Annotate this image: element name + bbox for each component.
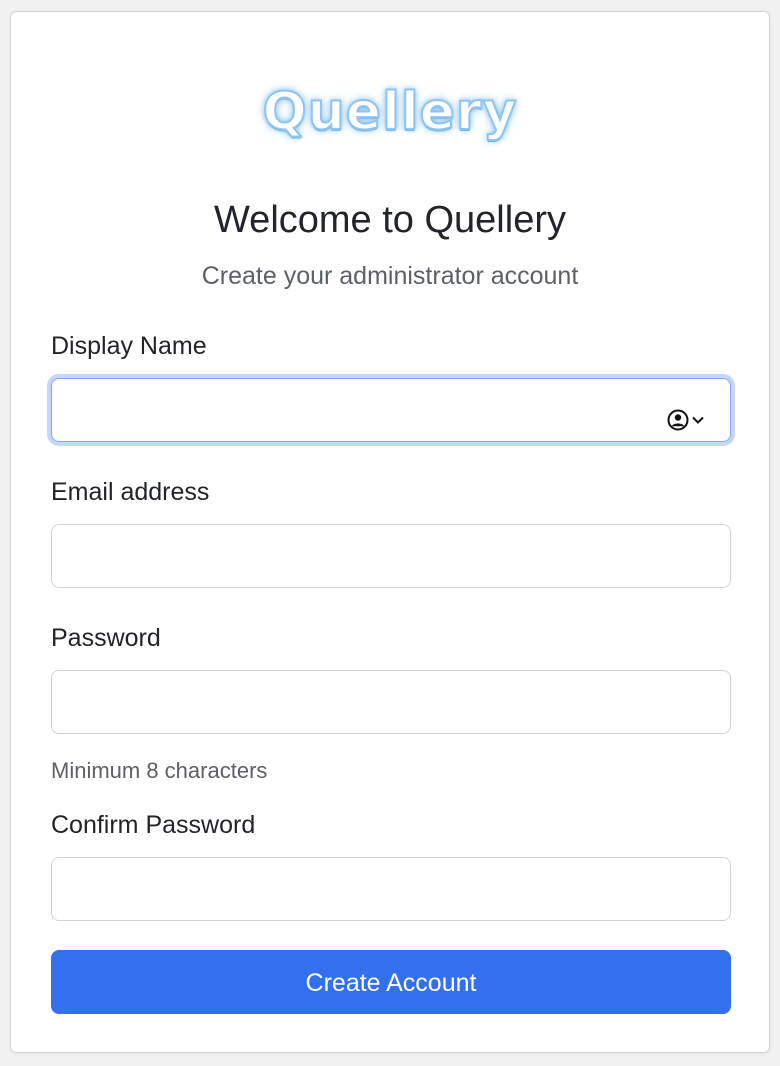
confirm-password-label: Confirm Password — [51, 811, 256, 839]
password-help-text: Minimum 8 characters — [51, 758, 268, 783]
password-label: Password — [51, 624, 161, 652]
contact-autofill-icon — [667, 409, 689, 436]
confirm-password-input[interactable] — [51, 857, 731, 921]
password-input[interactable] — [51, 670, 731, 734]
email-label: Email address — [51, 478, 210, 506]
signup-card: Quellery Welcome to Quellery Create your… — [10, 11, 770, 1053]
display-name-label: Display Name — [51, 332, 207, 360]
chevron-down-icon — [691, 413, 705, 432]
email-input[interactable] — [51, 524, 731, 588]
display-name-input[interactable] — [51, 378, 731, 442]
create-account-button[interactable]: Create Account — [51, 950, 731, 1014]
brand-logo: Quellery — [262, 81, 518, 143]
page-title: Welcome to Quellery — [214, 199, 566, 241]
page-subtitle: Create your administrator account — [201, 262, 579, 290]
contact-autofill-button[interactable] — [667, 409, 707, 436]
